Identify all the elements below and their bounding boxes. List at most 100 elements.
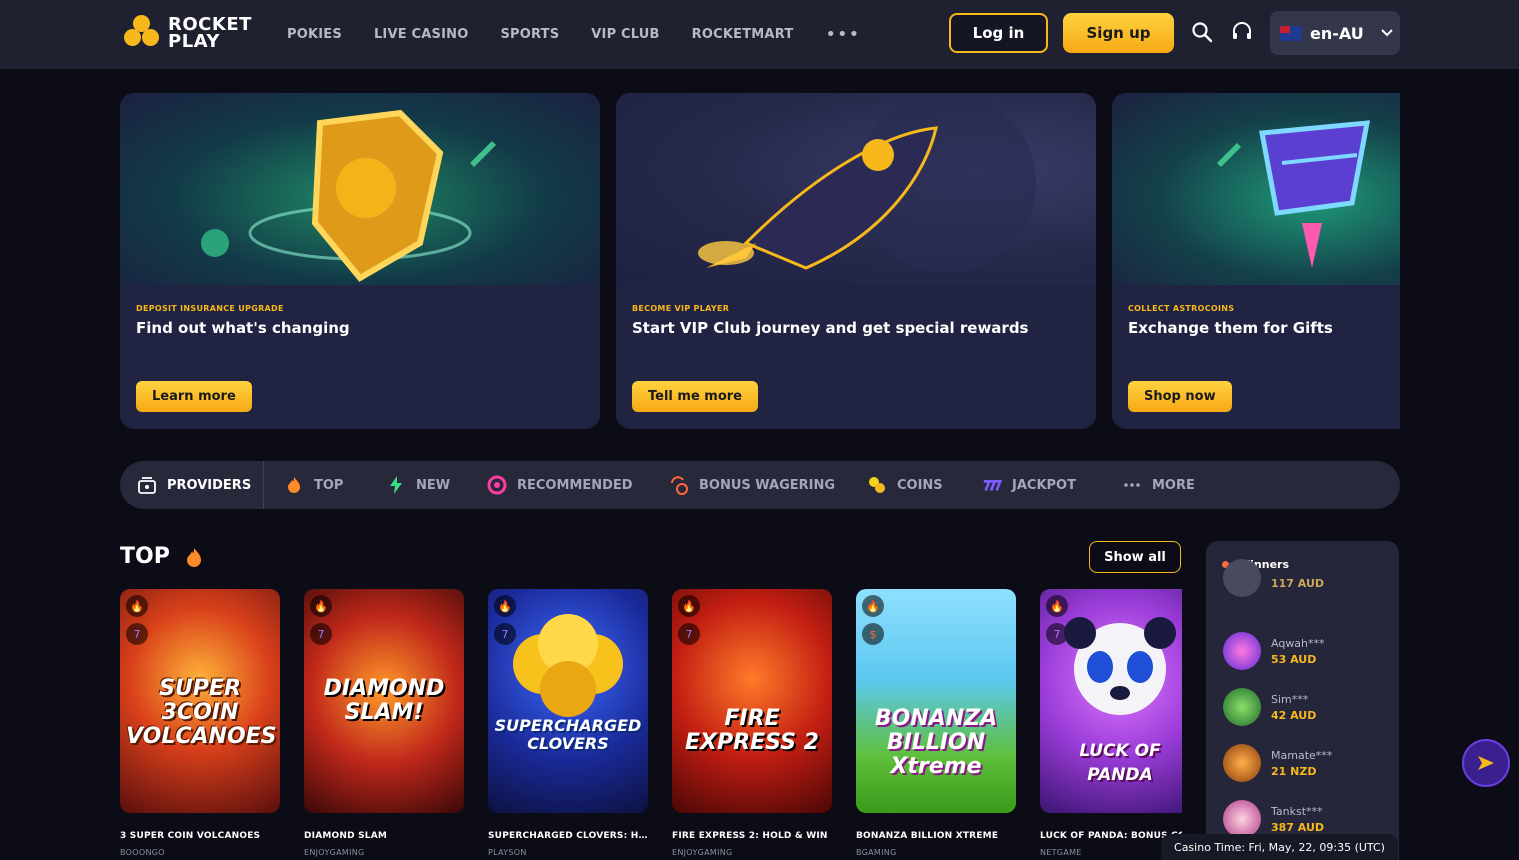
winner-row[interactable]: Mamate*** 21 NZD xyxy=(1223,744,1332,782)
jackpot-badge-icon: 7 xyxy=(310,623,332,645)
category-more[interactable]: MORE xyxy=(1122,461,1195,509)
category-label: MORE xyxy=(1152,477,1195,493)
promo-card-vip[interactable]: BECOME VIP PLAYER Start VIP Club journey… xyxy=(616,93,1096,429)
jackpot-badge-icon: 7 xyxy=(126,623,148,645)
game-art-title: SUPERCHARGED CLOVERS xyxy=(494,716,642,753)
login-button[interactable]: Log in xyxy=(949,13,1048,53)
category-top[interactable]: TOP xyxy=(284,461,343,509)
game-card[interactable]: 🔥 7 FIRE EXPRESS 2 FIRE EXPRESS 2: HOLD … xyxy=(672,589,832,857)
winner-row-partial[interactable]: 117 AUD xyxy=(1223,559,1325,597)
category-label: COINS xyxy=(897,477,943,493)
search-icon[interactable] xyxy=(1190,20,1214,44)
game-card[interactable]: 🔥 7 SUPER 3COIN VOLCANOES 3 SUPER COIN V… xyxy=(120,589,280,857)
language-selector[interactable]: en-AU xyxy=(1270,11,1400,55)
winner-amount: 117 AUD xyxy=(1271,576,1325,590)
game-thumbnail[interactable]: 🔥 7 DIAMOND SLAM! xyxy=(304,589,464,813)
category-label: JACKPOT xyxy=(1012,477,1076,493)
winner-row[interactable]: Aqwah*** 53 AUD xyxy=(1223,632,1325,670)
language-label: en-AU xyxy=(1310,23,1364,43)
game-provider: BOOONGO xyxy=(120,848,165,857)
fire-badge-icon: 🔥 xyxy=(126,595,148,617)
clover-logo-icon xyxy=(122,13,162,53)
logo-text-line2: PLAY xyxy=(168,31,220,52)
show-all-button[interactable]: Show all xyxy=(1089,541,1181,573)
game-provider: ENJOYGAMING xyxy=(672,848,733,857)
bonus-wagering-icon xyxy=(671,476,688,495)
support-launcher-button[interactable] xyxy=(1462,739,1510,787)
game-thumbnail[interactable]: 🔥 $ BONANZA BILLION Xtreme xyxy=(856,589,1016,813)
promo-card-deposit-insurance[interactable]: DEPOSIT INSURANCE UPGRADE Find out what'… xyxy=(120,93,600,429)
tell-me-more-button[interactable]: Tell me more xyxy=(632,381,758,412)
game-name[interactable]: 3 SUPER COIN VOLCANOES xyxy=(120,831,280,841)
winner-name: Aqwah*** xyxy=(1271,636,1325,650)
game-art-title: BONANZA BILLION Xtreme xyxy=(874,706,998,779)
support-headset-icon[interactable] xyxy=(1230,20,1254,44)
game-name[interactable]: FIRE EXPRESS 2: HOLD & WIN xyxy=(672,831,832,841)
game-provider: BGAMING xyxy=(856,848,897,857)
nav-live-casino[interactable]: LIVE CASINO xyxy=(374,27,469,42)
promo-title: Find out what's changing xyxy=(136,319,350,337)
fire-badge-icon: 🔥 xyxy=(862,595,884,617)
recommended-icon xyxy=(487,475,507,495)
game-card[interactable]: 🔥 $ BONANZA BILLION Xtreme BONANZA BILLI… xyxy=(856,589,1016,857)
category-label: NEW xyxy=(416,477,451,493)
casino-time: Casino Time: Fri, May, 22, 09:35 (UTC) xyxy=(1161,834,1398,860)
fire-badge-icon: 🔥 xyxy=(310,595,332,617)
jackpot-badge-icon: 7 xyxy=(678,623,700,645)
winners-panel: Winners 117 AUD Aqwah*** 53 AUD Sim*** 4… xyxy=(1206,541,1399,860)
jackpot-777-icon xyxy=(983,480,1002,491)
winner-amount: 53 AUD xyxy=(1271,652,1317,666)
category-coins[interactable]: COINS xyxy=(867,461,943,509)
winner-avatar xyxy=(1223,559,1261,597)
fire-icon xyxy=(186,547,201,567)
winner-name: Mamate*** xyxy=(1271,748,1333,762)
game-thumbnail[interactable]: 🔥 7 LUCK OF PANDA xyxy=(1040,589,1182,813)
australia-flag-icon xyxy=(1280,25,1302,41)
nav-rocketmart[interactable]: ROCKETMART xyxy=(692,27,794,42)
lightning-icon xyxy=(390,476,402,494)
nav-vip-club[interactable]: VIP CLUB xyxy=(591,27,659,42)
category-label: PROVIDERS xyxy=(167,477,252,493)
game-name[interactable]: BONANZA BILLION XTREME xyxy=(856,831,1016,841)
main-nav: POKIES LIVE CASINO SPORTS VIP CLUB ROCKE… xyxy=(287,0,860,69)
winner-amount: 21 NZD xyxy=(1271,764,1317,778)
winner-avatar xyxy=(1223,800,1261,838)
game-art-title: DIAMOND SLAM! xyxy=(323,676,445,725)
category-jackpot[interactable]: JACKPOT xyxy=(982,461,1076,509)
game-name[interactable]: SUPERCHARGED CLOVERS: HO... xyxy=(488,831,648,841)
shopping-cart-illustration xyxy=(1112,93,1400,285)
nav-sports[interactable]: SPORTS xyxy=(500,27,559,42)
fire-icon xyxy=(288,477,300,493)
shop-now-button[interactable]: Shop now xyxy=(1128,381,1232,412)
chevron-down-icon xyxy=(1381,29,1393,37)
rocketplay-logo[interactable]: ROCKET PLAY xyxy=(122,13,252,53)
game-card[interactable]: 🔥 7 DIAMOND SLAM! DIAMOND SLAM ENJOYGAMI… xyxy=(304,589,464,857)
nav-more-icon[interactable]: ••• xyxy=(825,24,860,45)
category-new[interactable]: NEW xyxy=(386,461,450,509)
category-providers[interactable]: PROVIDERS xyxy=(137,461,251,509)
winner-amount: 387 AUD xyxy=(1271,820,1325,834)
nav-pokies[interactable]: POKIES xyxy=(287,27,342,42)
learn-more-button[interactable]: Learn more xyxy=(136,381,252,412)
providers-icon xyxy=(138,477,156,494)
promo-card-astrocoins[interactable]: COLLECT ASTROCOINS Exchange them for Gif… xyxy=(1112,93,1400,429)
game-card[interactable]: 🔥 7 SUPERCHARGED CLOVERS SUPERCHARGED CL… xyxy=(488,589,648,857)
winner-amount: 42 AUD xyxy=(1271,708,1317,722)
winner-row[interactable]: Sim*** 42 AUD xyxy=(1223,688,1316,726)
winner-avatar xyxy=(1223,688,1261,726)
rocket-illustration xyxy=(616,93,1096,285)
bonus-badge-icon: $ xyxy=(862,623,884,645)
game-art-title: LUCK OF PANDA xyxy=(1079,741,1161,785)
category-bonus-wagering[interactable]: BONUS WAGERING xyxy=(669,461,835,509)
game-thumbnail[interactable]: 🔥 7 FIRE EXPRESS 2 xyxy=(672,589,832,813)
game-card[interactable]: 🔥 7 LUCK OF PANDA LUCK OF PANDA: BONUS C… xyxy=(1040,589,1182,857)
game-thumbnail[interactable]: 🔥 7 SUPER 3COIN VOLCANOES xyxy=(120,589,280,813)
category-divider xyxy=(263,461,264,509)
signup-button[interactable]: Sign up xyxy=(1063,13,1174,53)
winner-row[interactable]: Tankst*** 387 AUD xyxy=(1223,800,1324,838)
coins-icon xyxy=(869,477,885,493)
category-recommended[interactable]: RECOMMENDED xyxy=(487,461,633,509)
game-thumbnail[interactable]: 🔥 7 SUPERCHARGED CLOVERS xyxy=(488,589,648,813)
winner-name: Sim*** xyxy=(1271,692,1309,706)
game-name[interactable]: DIAMOND SLAM xyxy=(304,831,464,841)
